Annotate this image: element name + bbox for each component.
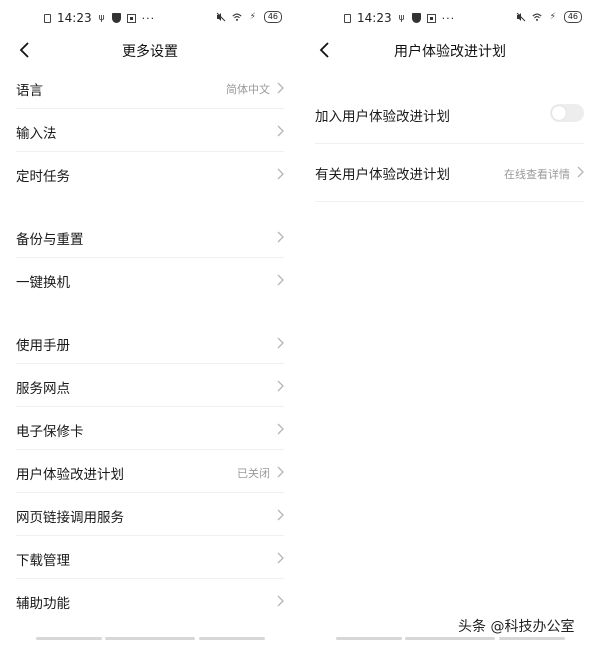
chevron-right-icon <box>277 274 284 286</box>
settings-row-label: 电子保修卡 <box>16 424 84 440</box>
mute-icon <box>216 12 226 22</box>
settings-row-label: 网页链接调用服务 <box>16 510 124 526</box>
shield-icon <box>112 13 122 23</box>
header: 用户体验改进计划 <box>300 36 600 64</box>
header: 更多设置 <box>0 36 300 64</box>
settings-row[interactable]: 一键换机 <box>0 258 300 301</box>
ux-program-panel: 14:23 ψ ··· ⚡ 46 用户体验改进计划 加入用户体验改进计划 有关用… <box>300 0 600 646</box>
status-time: 14:23 <box>357 11 392 25</box>
home-indicator <box>36 637 102 640</box>
divider <box>315 201 584 202</box>
settings-row-value: 已关闭 <box>237 467 270 480</box>
wifi-icon <box>532 12 542 22</box>
settings-list: 语言 简体中文输入法定时任务备份与重置一键换机使用手册服务网点电子保修卡用户体验改… <box>0 66 300 622</box>
battery-level: 46 <box>263 11 282 23</box>
home-indicator <box>336 637 402 640</box>
settings-row[interactable]: 下载管理 <box>0 536 300 579</box>
chip-icon <box>427 13 437 23</box>
settings-row[interactable]: 备份与重置 <box>0 215 300 258</box>
settings-row[interactable]: 输入法 <box>0 109 300 152</box>
watermark: 头条 @科技办公室 <box>458 619 575 635</box>
view-details-online: 在线查看详情 <box>504 168 570 181</box>
settings-row-label: 使用手册 <box>16 338 70 354</box>
join-ux-program-toggle[interactable] <box>550 104 584 122</box>
home-indicator <box>405 637 495 640</box>
home-indicator <box>499 637 565 640</box>
join-ux-program-label: 加入用户体验改进计划 <box>315 109 450 125</box>
about-ux-program-label: 有关用户体验改进计划 <box>315 167 450 183</box>
chevron-right-icon <box>277 168 284 180</box>
settings-row-label: 服务网点 <box>16 381 70 397</box>
sim-icon <box>42 13 52 23</box>
chip-icon <box>127 13 137 23</box>
chevron-right-icon <box>277 509 284 521</box>
home-indicator <box>199 637 265 640</box>
settings-row-label: 输入法 <box>16 126 57 142</box>
join-ux-program-row: 加入用户体验改进计划 <box>300 86 600 144</box>
settings-row[interactable]: 电子保修卡 <box>0 407 300 450</box>
chevron-right-icon <box>577 166 584 178</box>
usb-icon: ψ <box>398 13 405 23</box>
settings-row[interactable]: 用户体验改进计划 已关闭 <box>0 450 300 493</box>
page-title: 更多设置 <box>122 44 178 60</box>
chevron-right-icon <box>277 231 284 243</box>
status-bar: 14:23 ψ ··· ⚡ 46 <box>0 10 300 28</box>
chevron-right-icon <box>277 552 284 564</box>
charging-icon: ⚡ <box>249 12 256 22</box>
settings-row[interactable]: 网页链接调用服务 <box>0 493 300 536</box>
settings-row[interactable]: 服务网点 <box>0 364 300 407</box>
sim-icon <box>342 13 352 23</box>
charging-icon: ⚡ <box>549 12 556 22</box>
home-indicator <box>105 637 195 640</box>
settings-row-label: 定时任务 <box>16 169 70 185</box>
settings-row-label: 辅助功能 <box>16 596 70 612</box>
mute-icon <box>516 12 526 22</box>
settings-row-label: 下载管理 <box>16 553 70 569</box>
settings-row-label: 备份与重置 <box>16 232 84 248</box>
chevron-right-icon <box>277 82 284 94</box>
page-title: 用户体验改进计划 <box>394 44 506 60</box>
chevron-right-icon <box>277 380 284 392</box>
chevron-right-icon <box>277 337 284 349</box>
more-notifications-icon: ··· <box>141 11 156 25</box>
shield-icon <box>412 13 422 23</box>
more-notifications-icon: ··· <box>441 11 456 25</box>
settings-row-label: 语言 <box>16 83 43 99</box>
settings-row[interactable]: 定时任务 <box>0 152 300 195</box>
settings-row[interactable]: 使用手册 <box>0 321 300 364</box>
more-settings-panel: 14:23 ψ ··· ⚡ 46 更多设置 语言 简体中文输入法定时任务备份与重置… <box>0 0 300 646</box>
settings-row-label: 一键换机 <box>16 275 70 291</box>
settings-row[interactable]: 语言 简体中文 <box>0 66 300 109</box>
usb-icon: ψ <box>98 13 105 23</box>
ux-program-list: 加入用户体验改进计划 有关用户体验改进计划 在线查看详情 <box>300 86 600 202</box>
settings-row-value: 简体中文 <box>226 83 270 96</box>
about-ux-program-row[interactable]: 有关用户体验改进计划 在线查看详情 <box>300 144 600 202</box>
chevron-right-icon <box>277 423 284 435</box>
status-bar: 14:23 ψ ··· ⚡ 46 <box>300 10 600 28</box>
chevron-right-icon <box>277 125 284 137</box>
chevron-right-icon <box>277 466 284 478</box>
status-time: 14:23 <box>57 11 92 25</box>
battery-level: 46 <box>563 11 582 23</box>
chevron-right-icon <box>277 595 284 607</box>
toggle-knob <box>552 106 566 120</box>
settings-row-label: 用户体验改进计划 <box>16 467 124 483</box>
wifi-icon <box>232 12 242 22</box>
settings-row[interactable]: 辅助功能 <box>0 579 300 622</box>
